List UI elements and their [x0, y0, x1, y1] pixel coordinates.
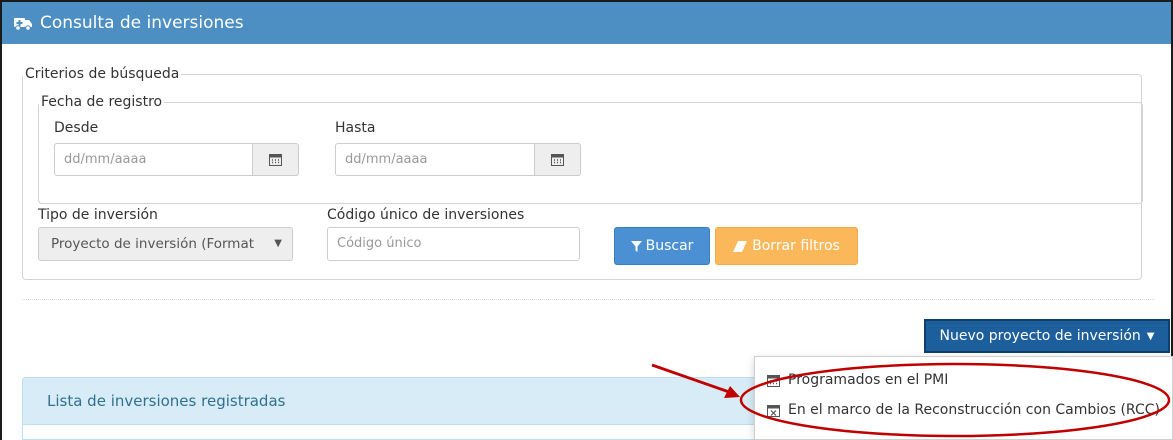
- date-range-legend: Fecha de registro: [41, 94, 163, 110]
- page-title: Consulta de inversiones: [40, 13, 244, 33]
- nuevo-proyecto-label: Nuevo proyecto de inversión: [939, 328, 1141, 344]
- desde-calendar-button[interactable]: [253, 143, 299, 176]
- calendar-icon: [551, 154, 564, 166]
- codigo-unico-input[interactable]: Código único: [327, 227, 580, 261]
- calendar-icon: [269, 154, 282, 166]
- tipo-inversion-value: Proyecto de inversión (Format: [51, 236, 255, 252]
- menu-item-label: Programados en el PMI: [788, 372, 949, 388]
- hasta-date-input[interactable]: dd/mm/aaaa: [335, 143, 535, 176]
- borrar-filtros-label: Borrar filtros: [752, 238, 840, 254]
- desde-date-input[interactable]: dd/mm/aaaa: [54, 143, 253, 176]
- menu-item-label: En el marco de la Reconstrucción con Cam…: [788, 402, 1160, 418]
- hasta-calendar-button[interactable]: [535, 143, 581, 176]
- ambulance-icon: [14, 18, 32, 31]
- menu-item-programados-pmi[interactable]: Programados en el PMI: [767, 369, 948, 391]
- section-divider: [22, 299, 1155, 300]
- calendar-icon: [767, 374, 780, 387]
- tipo-inversion-label: Tipo de inversión: [38, 207, 158, 223]
- buscar-label: Buscar: [645, 238, 694, 254]
- list-panel-title: Lista de inversiones registradas: [47, 392, 286, 410]
- borrar-filtros-button[interactable]: Borrar filtros: [715, 227, 858, 265]
- criteria-legend: Criterios de búsqueda: [25, 66, 180, 82]
- nuevo-proyecto-button[interactable]: Nuevo proyecto de inversión ▼: [924, 319, 1170, 353]
- page-header: Consulta de inversiones: [2, 2, 1171, 44]
- tipo-inversion-select[interactable]: Proyecto de inversión (Format ▼: [38, 227, 293, 261]
- buscar-button[interactable]: Buscar: [614, 227, 710, 265]
- caret-down-icon: ▼: [1146, 330, 1155, 342]
- hasta-label: Hasta: [335, 120, 376, 136]
- codigo-unico-label: Código único de inversiones: [327, 207, 525, 223]
- calendar-x-icon: [767, 404, 780, 417]
- nuevo-proyecto-menu: Programados en el PMI En el marco de la …: [754, 356, 1173, 440]
- menu-item-rcc[interactable]: En el marco de la Reconstrucción con Cam…: [767, 399, 1160, 421]
- desde-label: Desde: [54, 120, 99, 136]
- filter-icon: [630, 240, 642, 252]
- eraser-icon: [733, 240, 748, 252]
- caret-down-icon: ▼: [274, 238, 282, 249]
